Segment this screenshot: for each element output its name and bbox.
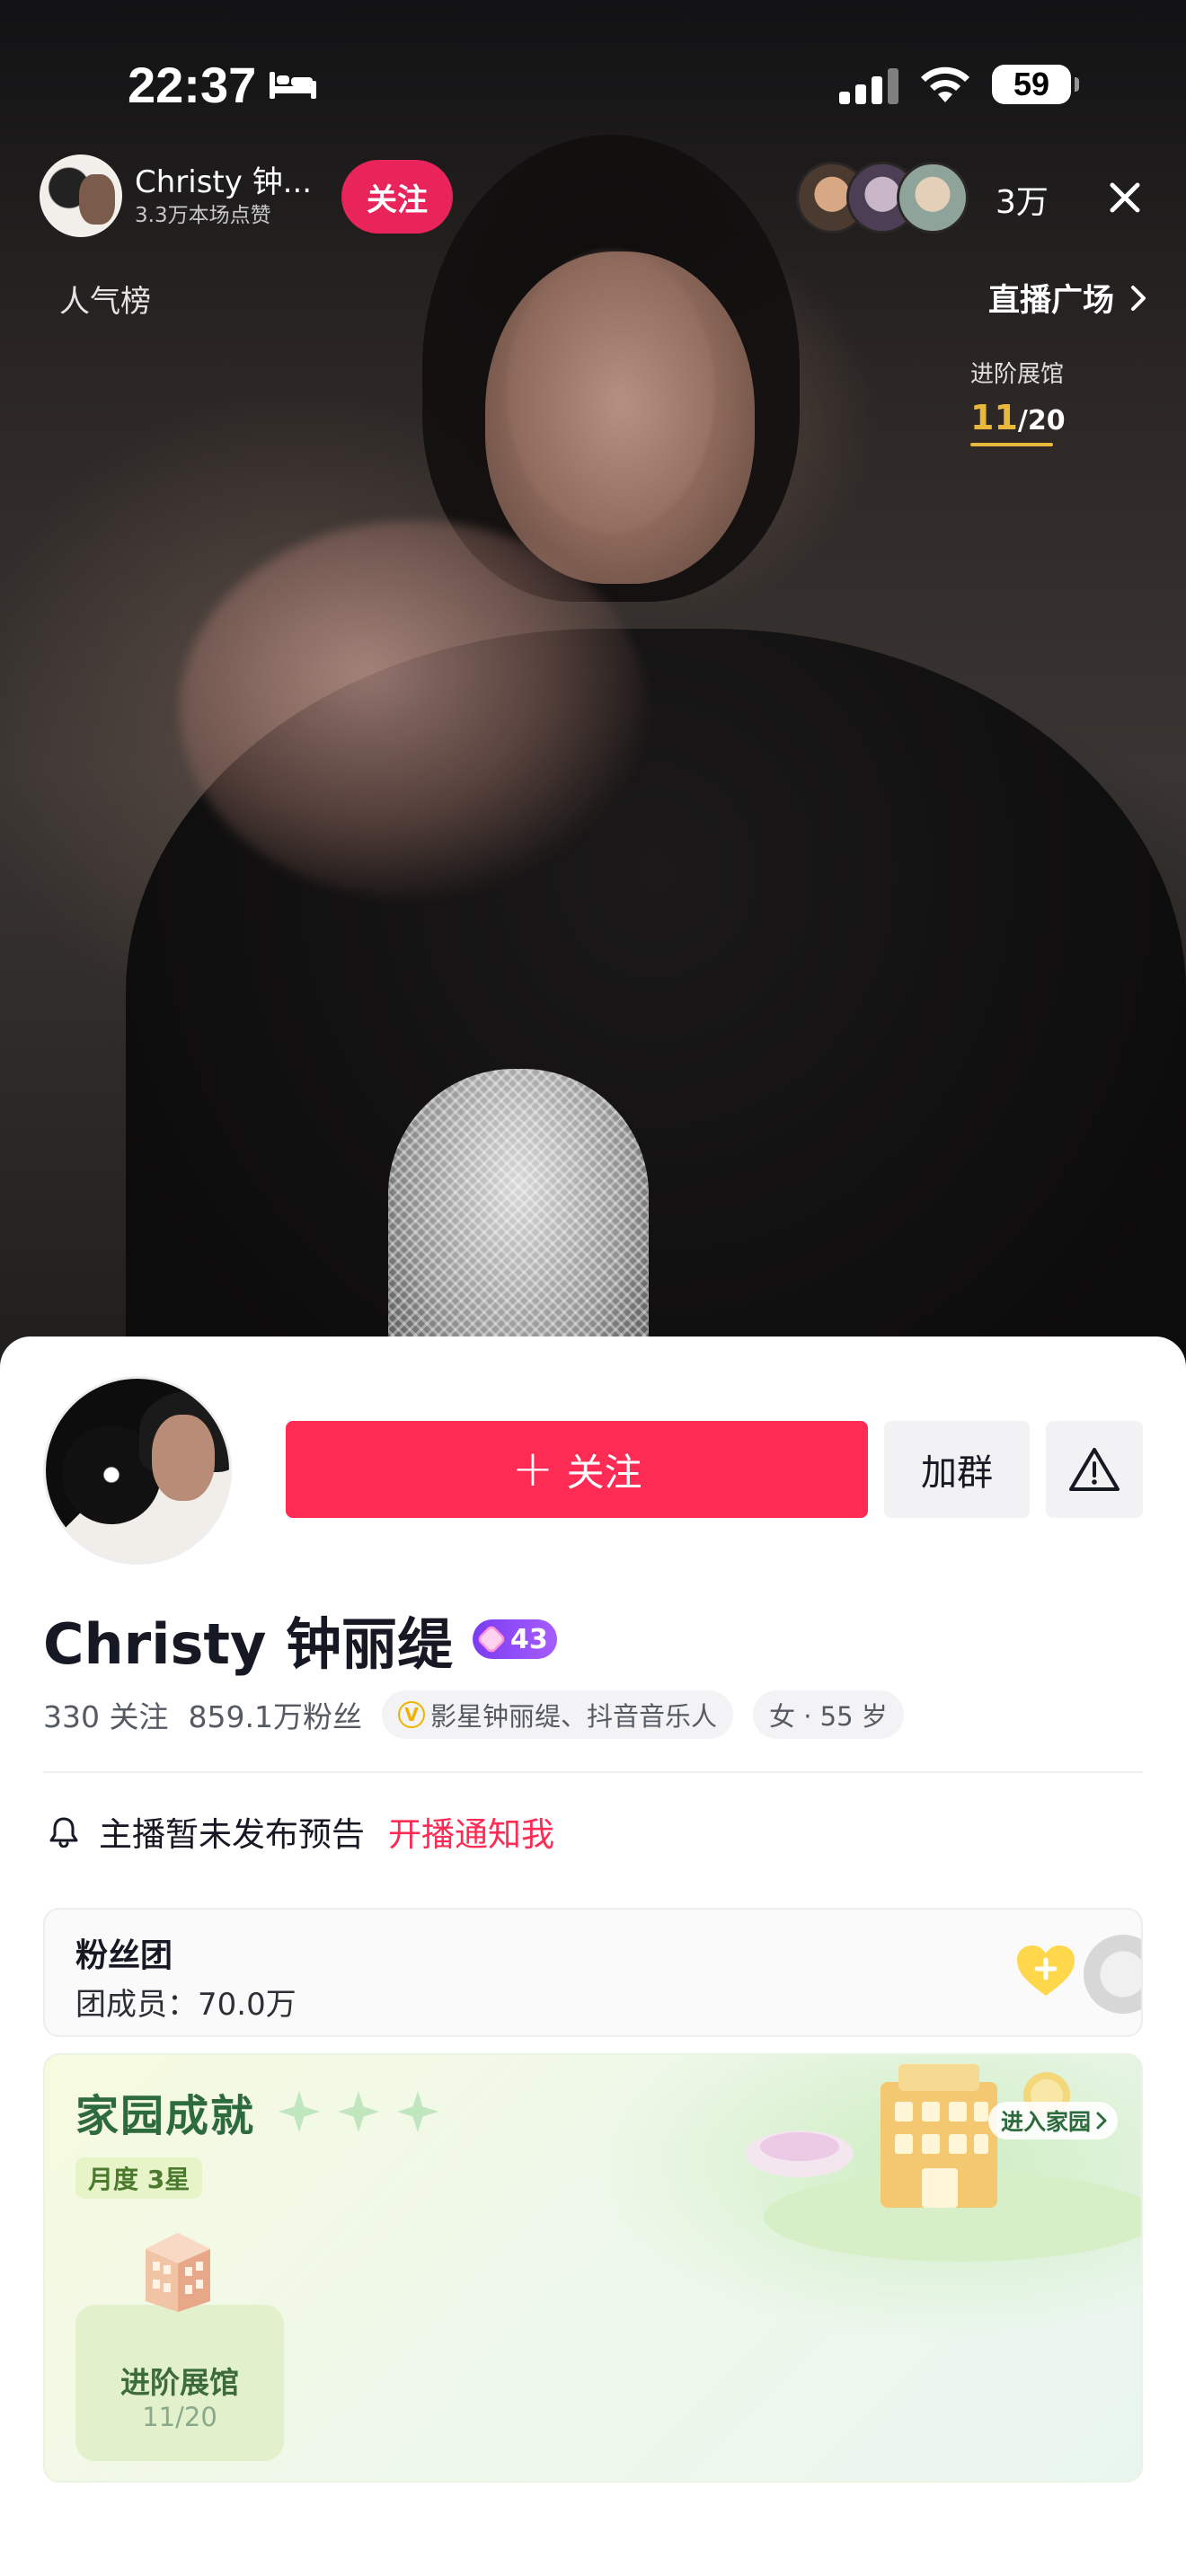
sparkle-icon bbox=[338, 2091, 379, 2132]
chevron-right-icon bbox=[1131, 285, 1146, 311]
report-button[interactable] bbox=[1046, 1421, 1143, 1518]
host-meta: Christy 钟... 3.3万本场点赞 bbox=[135, 163, 312, 229]
following-count[interactable]: 330 关注 bbox=[43, 1693, 168, 1736]
host-likes: 3.3万本场点赞 bbox=[135, 204, 271, 227]
plus-icon: + bbox=[511, 1440, 554, 1498]
home-building-illustration bbox=[746, 2064, 1141, 2262]
sparkle-icon bbox=[397, 2091, 438, 2132]
level-badge[interactable]: 43 bbox=[473, 1619, 557, 1659]
museum-building-icon bbox=[146, 2233, 210, 2312]
join-group-button[interactable]: 加群 bbox=[884, 1421, 1030, 1518]
follow-button-label: 关注 bbox=[566, 1450, 642, 1495]
verify-tag: V 影星钟丽缇、抖音音乐人 bbox=[381, 1690, 733, 1739]
sparkle-icon bbox=[279, 2091, 320, 2132]
fan-badge-icon bbox=[1084, 1935, 1141, 2014]
exhibit-progress: 11/20 bbox=[970, 398, 1066, 437]
status-time: 22:37 bbox=[128, 57, 257, 113]
host-avatar[interactable] bbox=[40, 154, 122, 237]
fans-count[interactable]: 859.1万粉丝 bbox=[188, 1693, 361, 1736]
host-card[interactable]: Christy 钟... 3.3万本场点赞 bbox=[40, 153, 312, 239]
streamer-face bbox=[485, 251, 755, 584]
profile-stats: 330 关注 859.1万粉丝 V 影星钟丽缇、抖音音乐人 女 · 55 岁 bbox=[43, 1690, 904, 1739]
fan-club-members: 团成员：70.0万 bbox=[75, 1987, 296, 2023]
profile-avatar[interactable] bbox=[43, 1376, 232, 1565]
verified-icon: V bbox=[397, 1701, 425, 1728]
viewer-avatar bbox=[897, 162, 969, 234]
gem-icon bbox=[476, 1624, 507, 1654]
sparkle-icons bbox=[279, 2091, 438, 2132]
heart-plus-icon[interactable] bbox=[1013, 1942, 1078, 1999]
viewer-avatars[interactable] bbox=[796, 162, 969, 234]
battery-icon: 59 bbox=[992, 65, 1079, 104]
avatar-face bbox=[152, 1415, 215, 1501]
bed-icon bbox=[270, 72, 316, 99]
profile-sheet: + 关注 加群 Christy 钟丽缇 43 330 关注 859.1万粉丝 V… bbox=[0, 1337, 1186, 2576]
exhibit-progress-current: 11 bbox=[970, 398, 1018, 437]
exhibit-label: 进阶展馆 bbox=[970, 361, 1065, 388]
exhibit-progress-widget[interactable]: 进阶展馆 11/20 bbox=[970, 356, 1066, 446]
enter-home-label: 进入家园 bbox=[1001, 2109, 1092, 2135]
home-title: 家园成就 bbox=[75, 2091, 256, 2141]
exhibit-progress-bar bbox=[970, 443, 1053, 446]
wifi-icon bbox=[921, 66, 969, 102]
exhibit-tile-progress: 11/20 bbox=[142, 2402, 217, 2432]
live-notice: 主播暂未发布预告 开播通知我 bbox=[49, 1807, 554, 1856]
divider bbox=[43, 1771, 1143, 1773]
profile-name-row: Christy 钟丽缇 43 bbox=[43, 1599, 557, 1680]
viewer-count[interactable]: 3万 bbox=[996, 176, 1049, 223]
notify-me-link[interactable]: 开播通知我 bbox=[388, 1807, 554, 1856]
streamer-hands bbox=[180, 521, 647, 898]
close-icon[interactable] bbox=[1102, 174, 1148, 221]
warning-icon bbox=[1069, 1448, 1120, 1491]
popularity-rank-link[interactable]: 人气榜 bbox=[59, 277, 151, 321]
gender-age-tag: 女 · 55 岁 bbox=[752, 1690, 904, 1739]
gender-age-label: 女 · 55 岁 bbox=[768, 1701, 888, 1732]
follow-button[interactable]: + 关注 bbox=[286, 1421, 868, 1518]
enter-home-button[interactable]: 进入家园 bbox=[988, 2102, 1119, 2139]
notice-text: 主播暂未发布预告 bbox=[99, 1815, 365, 1854]
bell-icon bbox=[49, 1817, 78, 1848]
host-name: Christy 钟... bbox=[135, 164, 313, 200]
fan-club-title: 粉丝团 bbox=[75, 1937, 173, 1974]
fan-club-card[interactable]: 粉丝团 团成员：70.0万 bbox=[43, 1908, 1143, 2037]
signal-icon bbox=[839, 68, 898, 104]
exhibit-tile[interactable]: 进阶展馆 11/20 bbox=[75, 2305, 284, 2461]
profile-name: Christy 钟丽缇 bbox=[43, 1611, 454, 1677]
level-number: 43 bbox=[510, 1623, 548, 1655]
status-bar: 22:37 59 bbox=[0, 0, 1186, 171]
verify-tag-label: 影星钟丽缇、抖音音乐人 bbox=[429, 1701, 717, 1732]
exhibit-tile-name: 进阶展馆 bbox=[120, 2365, 239, 2400]
home-achievement-card[interactable]: 家园成就 月度 3星 进入家园 进阶展馆 11/20 bbox=[43, 2053, 1143, 2483]
live-plaza-label: 直播广场 bbox=[988, 283, 1115, 319]
monthly-star-tag: 月度 3星 bbox=[75, 2157, 203, 2199]
exhibit-progress-total: /20 bbox=[1017, 405, 1066, 437]
live-plaza-link[interactable]: 直播广场 bbox=[988, 275, 1146, 321]
chevron-right-icon bbox=[1096, 2112, 1107, 2130]
follow-host-button[interactable]: 关注 bbox=[341, 160, 453, 234]
